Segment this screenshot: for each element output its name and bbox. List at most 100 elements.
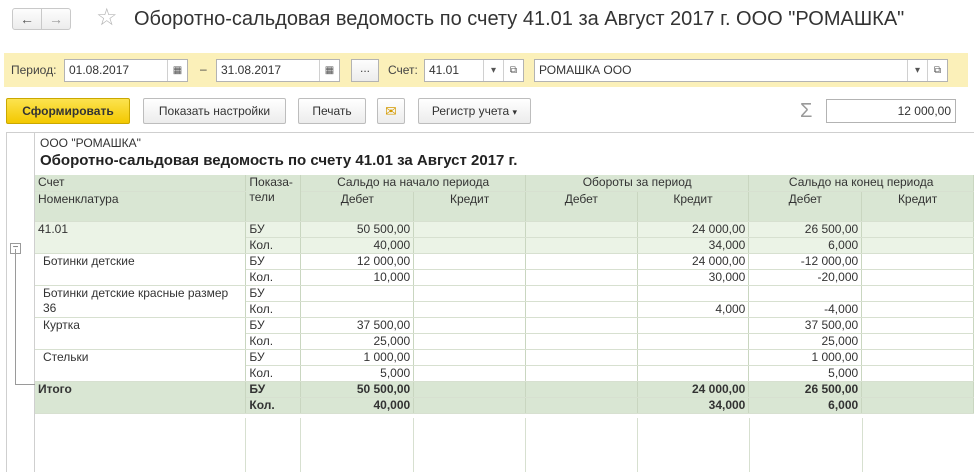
value-cell: 6,000 <box>748 237 863 254</box>
empty-column <box>414 418 526 472</box>
value-cell <box>861 237 974 254</box>
back-button[interactable]: ← <box>12 8 42 30</box>
header-row: Номенклатура Дебет Кредит Дебет Кредит Д… <box>35 191 974 222</box>
value-cell: 26 500,00 <box>748 381 863 398</box>
table-row[interactable]: Стельки БУ 1 000,00 1 000,00 <box>35 349 974 366</box>
table-row[interactable]: Ботинки детские красные размер БУ <box>35 285 974 302</box>
value-cell: 40,000 <box>300 397 415 414</box>
account-field[interactable]: 41.01 ▾ ⧉ <box>424 59 524 82</box>
value-cell <box>525 333 638 350</box>
tree-line <box>15 384 35 385</box>
title-bar: ← → ☆ Оборотно-сальдовая ведомость по сч… <box>0 0 974 44</box>
print-button[interactable]: Печать <box>298 98 366 124</box>
value-cell <box>413 237 526 254</box>
header-turnover: Обороты за период <box>525 175 750 192</box>
value-cell <box>861 253 974 270</box>
value-cell: 25,000 <box>748 333 863 350</box>
account-row[interactable]: 41.01 БУ 50 500,00 24 000,00 26 500,00 <box>35 221 974 238</box>
value-cell <box>525 317 638 334</box>
value-cell <box>525 285 638 302</box>
open-icon[interactable]: ⧉ <box>927 60 947 81</box>
header-nomenclature: Номенклатура <box>35 191 247 222</box>
row-name-cell <box>35 269 247 286</box>
indicator-cell: БУ <box>245 381 302 398</box>
value-cell: 50 500,00 <box>300 381 415 398</box>
value-cell: 6,000 <box>748 397 863 414</box>
chevron-down-icon[interactable]: ▾ <box>483 60 503 81</box>
row-name-cell: Куртка <box>35 317 247 333</box>
table-row[interactable]: Кол. 25,000 25,000 <box>35 333 974 350</box>
value-cell: 40,000 <box>300 237 415 254</box>
calendar-icon[interactable]: ▦ <box>167 60 187 81</box>
value-cell <box>525 301 638 318</box>
organization-field[interactable]: РОМАШКА ООО ▾ ⧉ <box>534 59 948 82</box>
indicator-cell: БУ <box>245 317 302 334</box>
value-cell <box>637 365 750 382</box>
organization-value: РОМАШКА ООО <box>539 63 632 77</box>
tree-line <box>15 249 16 385</box>
value-cell <box>525 237 638 254</box>
value-cell <box>413 349 526 366</box>
value-cell <box>525 253 638 270</box>
total-row[interactable]: Кол. 40,000 34,000 6,000 <box>35 397 974 414</box>
show-settings-button[interactable]: Показать настройки <box>143 98 286 124</box>
generate-button[interactable]: Сформировать <box>6 98 130 124</box>
value-cell: 24 000,00 <box>637 381 750 398</box>
chevron-down-icon[interactable]: ▾ <box>907 60 927 81</box>
forward-button[interactable]: → <box>41 8 71 30</box>
sum-field: 12 000,00 <box>826 99 956 123</box>
row-name-cell: Ботинки детские <box>35 253 247 269</box>
value-cell <box>413 269 526 286</box>
table-row[interactable]: Кол. 10,000 30,000 -20,000 <box>35 269 974 286</box>
header-credit: Кредит <box>413 191 526 222</box>
value-cell: 34,000 <box>637 397 750 414</box>
email-button[interactable]: ✉ <box>377 98 405 124</box>
calendar-icon[interactable]: ▦ <box>319 60 339 81</box>
date-to-field[interactable]: 31.08.2017 ▦ <box>216 59 340 82</box>
account-row[interactable]: Кол. 40,000 34,000 6,000 <box>35 237 974 254</box>
value-cell <box>861 397 974 414</box>
value-cell <box>413 381 526 398</box>
value-cell <box>300 285 415 302</box>
value-cell <box>413 301 526 318</box>
parameters-panel: Период: 01.08.2017 ▦ – 31.08.2017 ▦ ... … <box>4 53 968 87</box>
value-cell <box>861 349 974 366</box>
empty-column <box>246 418 301 472</box>
value-cell: 12 000,00 <box>300 253 415 270</box>
header-opening-balance: Сальдо на начало периода <box>300 175 526 192</box>
total-row[interactable]: Итого БУ 50 500,00 24 000,00 26 500,00 <box>35 381 974 398</box>
table-row[interactable]: Куртка БУ 37 500,00 37 500,00 <box>35 317 974 334</box>
header-closing-balance: Сальдо на конец периода <box>748 175 974 192</box>
register-dropdown-button[interactable]: Регистр учета ▾ <box>418 98 531 124</box>
value-cell: 50 500,00 <box>300 221 415 238</box>
row-name-cell: Итого <box>35 381 247 397</box>
table-row[interactable]: 36 Кол. 4,000 -4,000 <box>35 301 974 318</box>
period-dash: – <box>200 62 207 76</box>
header-debit: Дебет <box>525 191 638 222</box>
row-name-cell <box>35 397 247 414</box>
grouping-gutter <box>7 133 35 472</box>
table-row[interactable]: Ботинки детские БУ 12 000,00 24 000,00 -12 0… <box>35 253 974 270</box>
header-row: Счет Показа-тели Сальдо на начало период… <box>35 175 974 222</box>
indicator-cell: Кол. <box>245 333 302 350</box>
value-cell <box>637 333 750 350</box>
header-credit: Кредит <box>861 191 974 222</box>
indicator-cell: БУ <box>245 349 302 366</box>
value-cell <box>413 285 526 302</box>
period-select-button[interactable]: ... <box>351 59 379 82</box>
table-row[interactable]: Кол. 5,000 5,000 <box>35 365 974 382</box>
open-icon[interactable]: ⧉ <box>503 60 523 81</box>
value-cell: 34,000 <box>637 237 750 254</box>
indicator-cell: БУ <box>245 285 302 302</box>
value-cell <box>861 317 974 334</box>
account-label: Счет: <box>388 63 418 77</box>
date-from-field[interactable]: 01.08.2017 ▦ <box>64 59 188 82</box>
window-title: Оборотно-сальдовая ведомость по счету 41… <box>134 8 905 30</box>
empty-column <box>750 418 863 472</box>
indicator-cell: Кол. <box>245 269 302 286</box>
value-cell <box>413 253 526 270</box>
value-cell <box>637 285 750 302</box>
row-name-cell <box>35 333 247 350</box>
star-icon[interactable]: ☆ <box>96 3 118 32</box>
value-cell <box>861 301 974 318</box>
